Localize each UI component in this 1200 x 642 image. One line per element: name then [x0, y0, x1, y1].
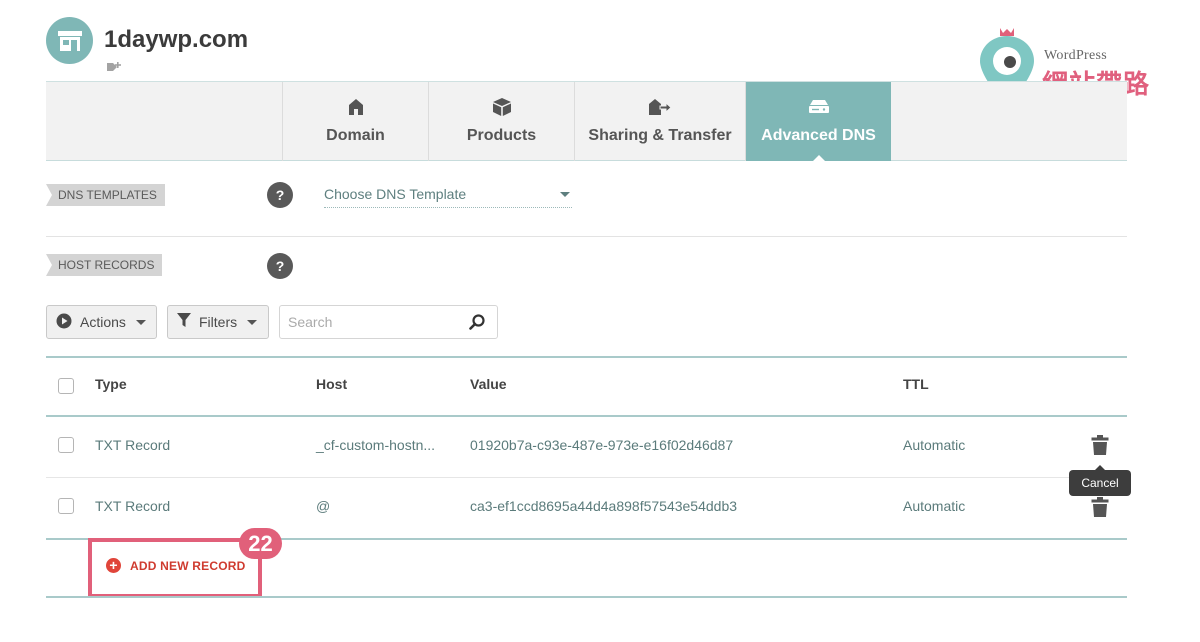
dns-templates-label: DNS TEMPLATES [46, 184, 165, 206]
table-header-border [46, 415, 1127, 417]
tab-products[interactable]: Products [428, 82, 574, 161]
step-number-badge: 22 [239, 528, 282, 559]
play-circle-icon [56, 313, 72, 332]
storefront-icon [57, 30, 82, 51]
house-icon [348, 97, 364, 117]
search-input[interactable] [288, 314, 458, 330]
row-divider [46, 477, 1127, 478]
record-host[interactable]: @ [316, 498, 330, 514]
section-divider [46, 236, 1127, 237]
tab-sharing-transfer[interactable]: Sharing & Transfer [574, 82, 745, 161]
dns-templates-help-icon[interactable]: ? [267, 182, 293, 208]
row-checkbox[interactable] [58, 437, 74, 453]
brand-wordpress-text: WordPress [1044, 48, 1108, 63]
tag-add-icon[interactable] [106, 61, 122, 76]
server-icon [808, 97, 830, 117]
record-type[interactable]: TXT Record [95, 437, 170, 453]
record-ttl[interactable]: Automatic [903, 498, 965, 514]
filters-button[interactable]: Filters [167, 305, 269, 339]
site-title: 1daywp.com [104, 26, 249, 53]
record-value[interactable]: 01920b7a-c93e-487e-973e-e16f02d46d87 [470, 437, 733, 453]
trash-icon[interactable] [1091, 497, 1109, 522]
record-type[interactable]: TXT Record [95, 498, 170, 514]
transfer-icon [648, 97, 672, 117]
trash-icon[interactable] [1091, 435, 1109, 460]
tab-label: Advanced DNS [761, 127, 876, 144]
host-records-label: HOST RECORDS [46, 254, 163, 276]
record-host[interactable]: _cf-custom-hostn... [316, 437, 435, 453]
add-new-record-label: ADD NEW RECORD [130, 558, 246, 573]
plus-circle-icon: + [106, 558, 121, 573]
cancel-tooltip: Cancel [1069, 465, 1131, 496]
tab-label: Domain [326, 127, 385, 144]
column-header-value[interactable]: Value [470, 376, 507, 392]
dns-template-select-value: Choose DNS Template [324, 186, 467, 202]
site-avatar [46, 17, 93, 64]
column-header-type[interactable]: Type [95, 376, 127, 392]
record-ttl[interactable]: Automatic [903, 437, 965, 453]
select-all-checkbox[interactable] [58, 378, 74, 394]
chevron-down-icon [135, 319, 146, 325]
tab-label: Products [466, 127, 537, 144]
actions-button[interactable]: Actions [46, 305, 157, 339]
dns-template-select[interactable]: Choose DNS Template [324, 182, 572, 208]
domain-tab-bar: Domain Products Sharing & Transfer Advan… [46, 81, 1127, 162]
filter-funnel-icon [177, 313, 191, 331]
host-records-help-icon[interactable]: ? [267, 253, 293, 279]
chevron-down-icon [247, 319, 258, 325]
cube-icon [492, 97, 512, 117]
search-box [279, 305, 498, 339]
column-header-ttl[interactable]: TTL [903, 376, 929, 392]
add-new-record-button[interactable]: + ADD NEW RECORD [106, 558, 245, 573]
filters-label: Filters [199, 314, 238, 330]
search-icon[interactable] [469, 314, 485, 335]
tab-label: Sharing & Transfer [588, 127, 732, 144]
row-checkbox[interactable] [58, 498, 74, 514]
tab-advanced-dns[interactable]: Advanced DNS [745, 82, 891, 162]
footer-border [46, 596, 1127, 598]
record-value[interactable]: ca3-ef1ccd8695a44d4a898f57543e54ddb3 [470, 498, 737, 514]
chevron-down-icon [560, 192, 570, 197]
table-top-border [46, 356, 1127, 358]
tab-domain[interactable]: Domain [282, 82, 428, 161]
actions-label: Actions [80, 314, 126, 330]
column-header-host[interactable]: Host [316, 376, 347, 392]
